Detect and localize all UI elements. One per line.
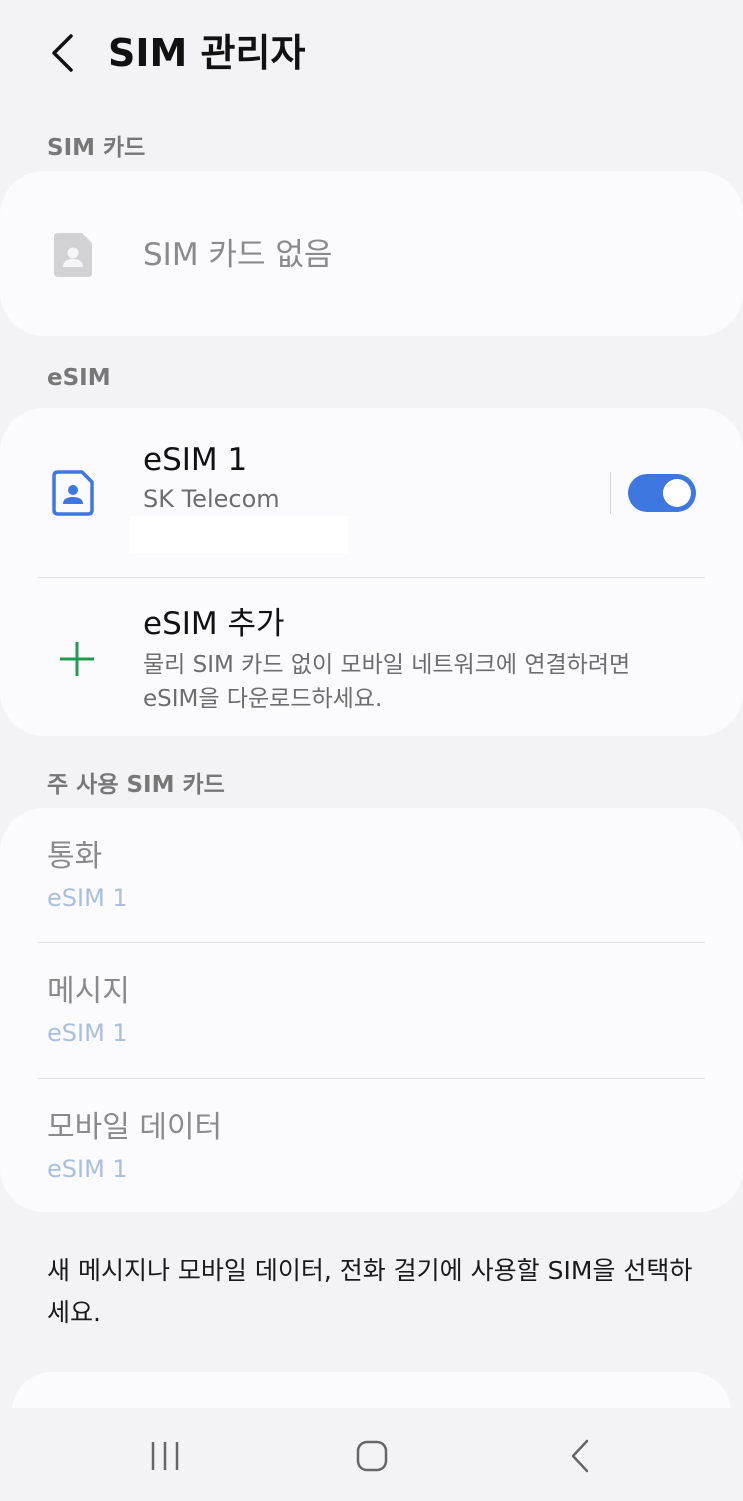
esim-panel: eSIM 1 SK Telecom eSIM 추가 물리 SIM 카드 없이 모…	[0, 408, 743, 736]
esim1-carrier: SK Telecom	[143, 485, 280, 513]
pref-row-messages[interactable]: 메시지 eSIM 1	[0, 943, 743, 1077]
plus-icon	[60, 642, 94, 676]
toggle-separator	[610, 472, 611, 514]
recent-apps-button[interactable]	[135, 1432, 195, 1480]
pref-value-calls: eSIM 1	[47, 884, 128, 912]
sim-card-panel: SIM 카드 없음	[0, 171, 743, 336]
sim-card-icon	[54, 233, 92, 277]
redacted-number-bar	[130, 516, 348, 553]
section-header-sim-card: SIM 카드	[47, 135, 146, 161]
pref-title-messages: 메시지	[47, 974, 130, 1009]
add-esim-description: 물리 SIM 카드 없이 모바일 네트워크에 연결하려면 eSIM을 다운로드하…	[143, 652, 631, 712]
pref-row-mobile-data[interactable]: 모바일 데이터 eSIM 1	[0, 1079, 743, 1212]
chevron-left-icon	[52, 34, 73, 72]
esim1-toggle-switch[interactable]	[628, 474, 696, 512]
nav-back-button[interactable]	[550, 1432, 610, 1480]
pref-value-mobile-data: eSIM 1	[47, 1155, 128, 1183]
pref-title-mobile-data: 모바일 데이터	[47, 1110, 223, 1145]
back-button[interactable]	[40, 30, 84, 76]
page-title: SIM 관리자	[108, 31, 306, 75]
esim1-title: eSIM 1	[143, 442, 248, 478]
preferred-sim-panel: 통화 eSIM 1 메시지 eSIM 1 모바일 데이터 eSIM 1	[0, 808, 743, 1212]
section-header-preferred-sim: 주 사용 SIM 카드	[47, 772, 225, 798]
home-button[interactable]	[342, 1432, 402, 1480]
add-esim-title: eSIM 추가	[143, 606, 285, 642]
pref-title-calls: 통화	[47, 839, 103, 874]
back-icon	[571, 1439, 589, 1473]
section-header-esim: eSIM	[47, 365, 111, 391]
home-icon	[356, 1440, 388, 1472]
app-header: SIM 관리자	[0, 0, 743, 110]
system-nav-bar	[0, 1408, 743, 1501]
pref-row-calls[interactable]: 통화 eSIM 1	[0, 808, 743, 942]
add-esim-row[interactable]: eSIM 추가 물리 SIM 카드 없이 모바일 네트워크에 연결하려면 eSI…	[0, 578, 743, 736]
pref-value-messages: eSIM 1	[47, 1019, 128, 1047]
esim-contact-icon	[52, 470, 94, 516]
toggle-knob	[663, 479, 691, 507]
no-sim-text: SIM 카드 없음	[143, 237, 333, 273]
footer-note: 새 메시지나 모바일 데이터, 전화 걸기에 사용할 SIM을 선택하세요.	[47, 1256, 693, 1327]
esim1-row[interactable]: eSIM 1 SK Telecom	[0, 408, 600, 576]
recent-apps-icon	[151, 1442, 179, 1470]
